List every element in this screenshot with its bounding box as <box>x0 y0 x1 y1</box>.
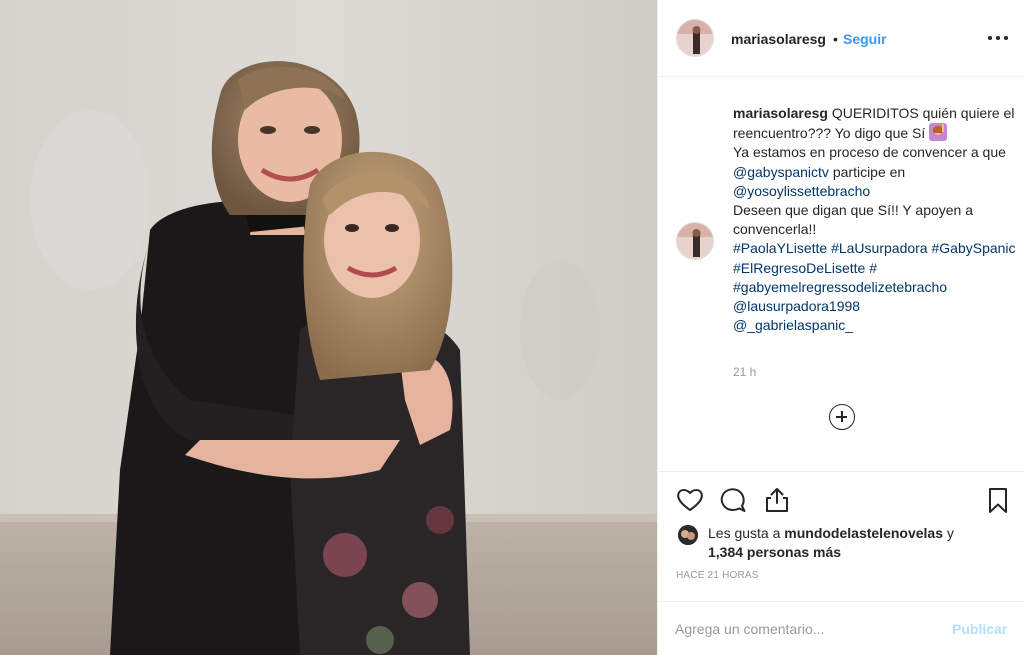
follow-button[interactable]: Seguir <box>843 31 887 47</box>
hashtag-link[interactable]: #ElRegresoDeLisette <box>733 260 865 276</box>
likes-line: Les gusta a mundodelastelenovelas y <box>708 525 954 541</box>
comment-bar: Publicar <box>657 601 1024 655</box>
bookmark-icon[interactable] <box>984 486 1012 514</box>
share-icon[interactable] <box>763 486 791 514</box>
mention-link[interactable]: @lausurpadora1998 <box>733 298 860 314</box>
post-photo[interactable] <box>0 0 657 655</box>
avatar-image <box>678 525 698 545</box>
likes-suffix: y <box>946 525 954 541</box>
likes-count-link[interactable]: 1,384 personas más <box>708 544 841 560</box>
mention-link[interactable]: @gabyspanictv <box>733 164 829 180</box>
caption-line-2-mid: participe en <box>832 163 906 180</box>
caption-text: mariasolaresg QUERIDITOS quién quiere el… <box>733 104 1016 335</box>
likes-prefix: Les gusta a <box>708 525 781 541</box>
ellipsis-icon[interactable] <box>986 27 1010 47</box>
publish-button[interactable]: Publicar <box>952 621 1007 637</box>
mention-link[interactable]: @_gabrielaspanic_ <box>733 317 853 333</box>
hashtag-link[interactable]: # <box>869 260 877 276</box>
instagram-post: mariasolaresg • Seguir mariasolaresg QUE… <box>0 0 1024 655</box>
woman-raising-hand-emoji-icon <box>929 123 948 142</box>
caption-line-2-prefix: Ya estamos en proceso de convencer a que <box>733 144 1006 161</box>
avatar-image <box>677 223 713 259</box>
hashtag-link[interactable]: #PaolaYLisette <box>733 240 827 256</box>
hashtag-link[interactable]: #LaUsurpadora <box>831 240 928 256</box>
liker-username-link[interactable]: mundodelastelenovelas <box>784 525 943 541</box>
action-bar <box>658 471 1024 531</box>
post-side-panel: mariasolaresg • Seguir mariasolaresg QUE… <box>657 0 1024 655</box>
hashtag-link[interactable]: #gabyemelregressodelizetebracho <box>733 279 947 295</box>
mention-link[interactable]: @yosoylissettebracho <box>733 183 870 199</box>
liker-avatar[interactable] <box>678 525 698 545</box>
comment-input[interactable] <box>675 619 935 639</box>
avatar[interactable] <box>676 19 714 57</box>
caption-avatar[interactable] <box>676 222 714 260</box>
avatar-image <box>677 20 713 56</box>
load-more-comments-icon[interactable] <box>829 404 855 430</box>
comment-icon[interactable] <box>719 486 747 514</box>
separator-dot: • <box>833 31 838 47</box>
post-timestamp[interactable]: HACE 21 HORAS <box>676 570 759 581</box>
caption-time[interactable]: 21 h <box>733 365 756 379</box>
heart-icon[interactable] <box>676 486 704 514</box>
photo-image <box>0 0 657 655</box>
post-header: mariasolaresg • Seguir <box>658 0 1024 77</box>
username-link[interactable]: mariasolaresg <box>731 31 826 47</box>
caption-line-3: Deseen que digan que Sí!! Y apoyen a con… <box>733 202 974 238</box>
caption-username[interactable]: mariasolaresg <box>733 105 828 121</box>
hashtag-link[interactable]: #GabySpanic <box>931 240 1015 256</box>
